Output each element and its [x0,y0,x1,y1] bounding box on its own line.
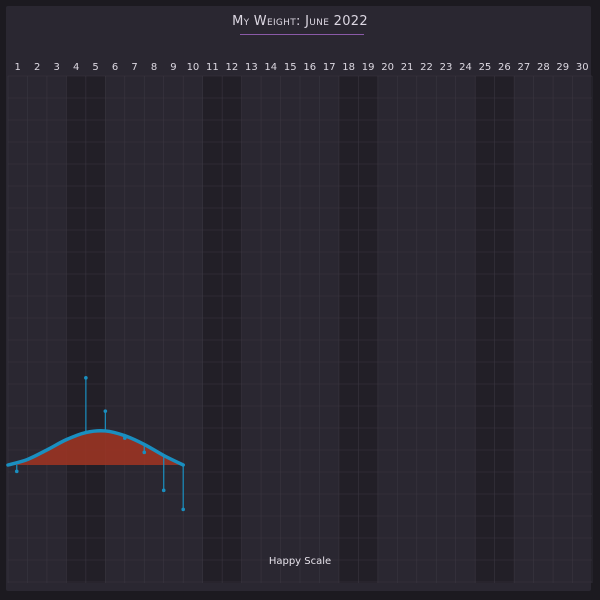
weighin-point [161,488,166,493]
day-label: 22 [420,62,433,73]
weekend-shade [494,76,515,583]
day-label: 7 [131,62,137,73]
footer-label: Happy Scale [268,556,332,567]
day-label: 27 [517,62,530,73]
weighin-point [103,409,108,413]
day-label: 9 [170,62,176,73]
weekend-shade [66,76,86,583]
day-label: 1 [15,62,21,73]
weekend-shade [222,76,242,583]
weighin-point [181,507,185,512]
day-label: 14 [264,62,277,73]
day-label: 25 [479,62,492,73]
weekend-shade [202,76,223,583]
day-label: 12 [225,62,238,73]
day-label: 8 [151,62,157,73]
day-label: 10 [187,62,200,73]
day-label: 24 [459,62,472,73]
app-frame: My Weight: June 2022 1 2 3 4 5 6 7 8 9 10 11 12 13 14… [0,0,600,600]
day-label: 13 [245,62,258,73]
day-label: 11 [206,62,219,73]
day-label: 4 [73,62,79,73]
weighin-point [84,376,88,380]
day-label: 20 [381,62,394,73]
day-label: 15 [284,62,297,73]
weekend-shade [475,76,495,583]
day-label: 30 [576,62,589,73]
day-label: 3 [53,62,59,73]
day-label: 28 [537,62,550,73]
weight-chart: 1 2 3 4 5 6 7 8 9 10 11 12 13 14 15 16 17 18 19 20 21 22 23 24 2… [6,62,593,583]
day-label: 16 [303,62,316,73]
day-label: 29 [556,62,569,73]
weekend-shade [85,76,106,583]
day-label: 26 [498,62,511,73]
weekend-shade [338,76,359,583]
day-label: 21 [401,62,414,73]
day-label: 6 [112,62,118,73]
day-label: 5 [92,62,98,73]
day-label: 19 [362,62,375,73]
trend-fill [8,430,184,465]
weighin-point [14,469,19,474]
day-label: 2 [34,62,40,73]
day-label: 23 [440,62,453,73]
day-label: 18 [342,62,355,73]
day-label: 17 [323,62,336,73]
weighin-point [142,450,147,455]
weekend-shade [358,76,378,583]
